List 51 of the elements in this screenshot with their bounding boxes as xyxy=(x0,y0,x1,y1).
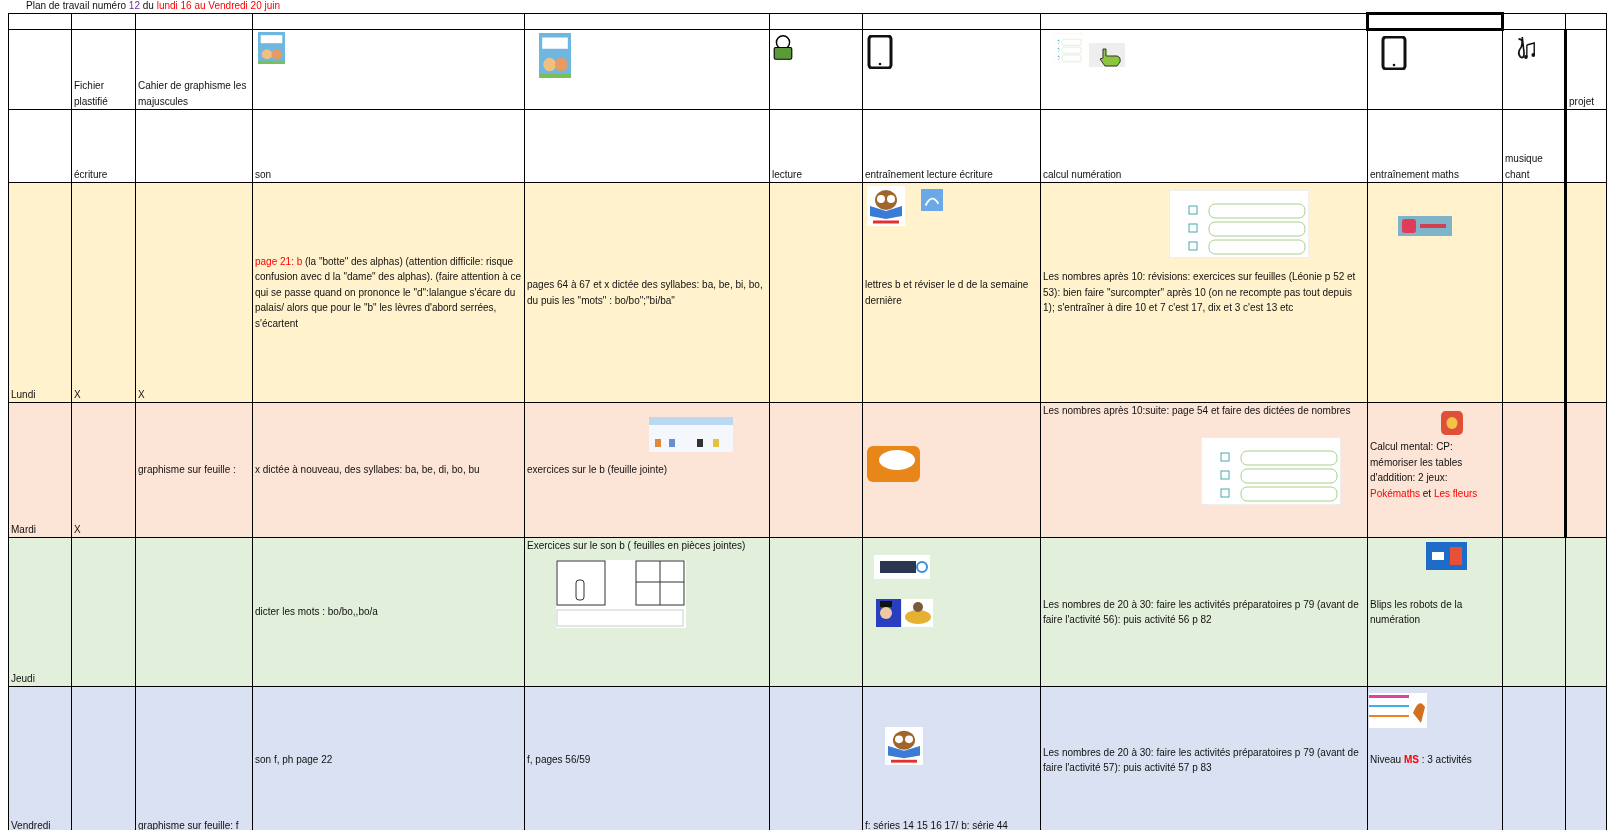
screenshot-image xyxy=(1426,542,1467,570)
cell-text: graphisme sur feuille : xyxy=(138,463,237,478)
column-header: écriture xyxy=(74,167,109,182)
column-header: son xyxy=(255,167,273,182)
cell-text: exercices sur le b (feuille jointe) xyxy=(527,463,669,478)
app-banner-image xyxy=(1398,216,1452,236)
page-title: Plan de travail numéro 12 du lundi 16 au Vendredi 20 juin xyxy=(26,0,282,11)
cell-text: Calcul mental: CP: mémoriser les tables d'addition: 2 jeux: Pokémaths et Les fleurs xyxy=(1370,440,1479,501)
column-header: projet xyxy=(1569,94,1595,109)
day-label: Lundi xyxy=(11,387,37,402)
column-header: entraînement lecture écriture xyxy=(865,167,994,182)
game-icon xyxy=(902,599,933,627)
column-header: musique chant xyxy=(1505,152,1544,182)
character-icon xyxy=(876,599,901,627)
pointing-hand-icon xyxy=(1089,43,1125,67)
cell-text: Les nombres de 20 à 30: faire les activités préparatoires p 79 (avant de faire l'activité 57): puis activité 57 p 83 xyxy=(1043,745,1360,775)
cell-text: X xyxy=(74,522,82,537)
cell-text: Blips les robots de la numération xyxy=(1370,597,1464,627)
cell-text: Niveau MS : 3 activités xyxy=(1370,753,1473,768)
cell-text: x dictée à nouveau, des syllabes: ba, be, di, bo, bu xyxy=(255,463,481,478)
column-header: calcul numération xyxy=(1043,167,1123,182)
cell-text: pages 64 à 67 et x dictée des syllabes: ba, be, bi, bo, du puis les "mots" : bo/bo";"bi/ba" xyxy=(527,278,764,308)
day-label: Jeudi xyxy=(11,671,36,686)
tablet-icon xyxy=(1381,36,1407,70)
cell-text: Les nombres après 10: révisions: exercices sur feuilles (Léonie p 52 et 53): bien faire "surcompter" après 10 (on ne recompte pas tout depuis 1); s'entraîner à dire 10 et 7 c'est 17, dix et 3 c'est 13 etc xyxy=(1043,270,1357,316)
cell-text: Les nombres après 10:suite: page 54 et faire des dictées de nombres xyxy=(1043,404,1352,418)
reading-person-icon xyxy=(772,35,794,60)
book-cover-image xyxy=(539,33,571,78)
cell-text: X xyxy=(138,387,146,402)
cell-text: dicter les mots : bo/bo,,bo/a xyxy=(255,605,379,620)
column-header: lecture xyxy=(772,167,803,182)
tablet-icon xyxy=(867,35,893,69)
cell-text: lettres b et réviser le d de la semaine dernière xyxy=(865,278,1030,308)
book-cover-image xyxy=(258,32,285,64)
column-header: Cahier de graphisme les majuscules xyxy=(138,79,248,109)
cell-text: f, pages 56/59 xyxy=(527,753,592,768)
app-icon xyxy=(921,189,943,211)
column-header: Fichier plastifié xyxy=(74,79,109,109)
day-label: Vendredi xyxy=(11,818,52,830)
worksheet-image xyxy=(1054,33,1082,63)
cell-text: page 21: b (la "botte" des alphas) (attention difficile: risque confusion avec d la "dame" des alphas). (faire attention à ce qui se passe quand on prononce le "d":lalangue s'écare du palais/ alors que pour le "b" les lèvres d'abord serrées, s'écartent xyxy=(255,254,522,331)
cell-text: f: séries 14 15 16 17/ b: série 44 xyxy=(865,818,1009,830)
column-header: entraînement maths xyxy=(1370,167,1460,182)
app-icon xyxy=(1441,411,1463,435)
app-icon xyxy=(867,446,920,482)
cell-text: X xyxy=(74,387,82,402)
cell-text: graphisme sur feuille: f xyxy=(138,818,240,830)
cell-text: son f, ph page 22 xyxy=(255,753,334,768)
day-label: Mardi xyxy=(11,522,37,537)
cell-text: Les nombres de 20 à 30: faire les activités préparatoires p 79 (avant de faire l'activité 56): puis activité 56 p 82 xyxy=(1043,597,1360,627)
cell-text: Exercices sur le son b ( feuilles en pièces jointes) xyxy=(527,539,747,553)
